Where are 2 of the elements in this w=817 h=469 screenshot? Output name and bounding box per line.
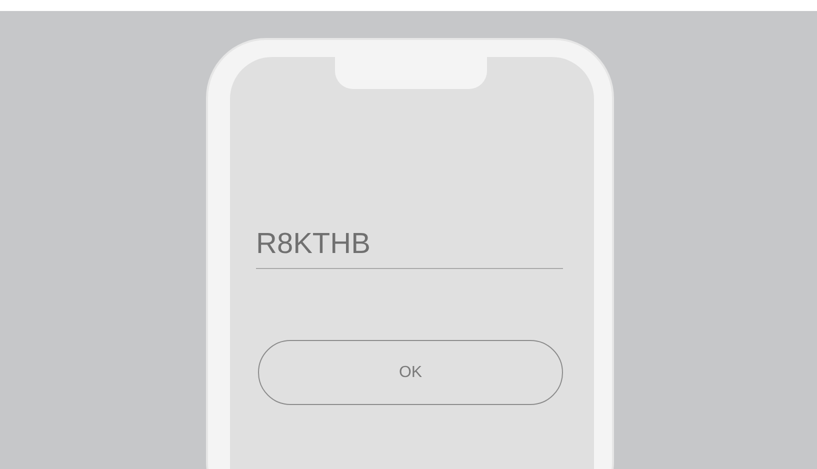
code-input-field[interactable]: R8KTHB	[256, 221, 563, 269]
ok-button[interactable]: OK	[258, 340, 563, 405]
